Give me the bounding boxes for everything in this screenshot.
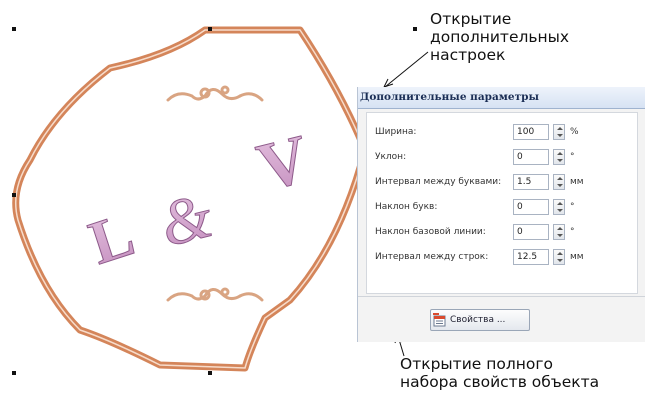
properties-button-label: Свойства ...	[450, 315, 506, 325]
callout-line: настроек	[430, 46, 506, 64]
param-row-line-spacing: Интервал между строк: мм	[367, 248, 637, 268]
param-unit: мм	[570, 252, 584, 262]
letter-tilt-input[interactable]	[513, 199, 549, 215]
param-unit: °	[570, 152, 575, 162]
properties-button[interactable]: Свойства ...	[430, 309, 530, 331]
arrow-top	[383, 51, 429, 88]
width-input[interactable]	[513, 124, 549, 140]
param-label: Уклон:	[375, 152, 407, 162]
parameters-list: Ширина: % Уклон: ° Интервал между буквам…	[366, 112, 638, 294]
panel-header[interactable]: Дополнительные параметры	[358, 87, 645, 109]
selection-handle-middle-left[interactable]	[12, 193, 16, 197]
baseline-tilt-spinner[interactable]	[553, 224, 565, 240]
callout-line: Открытие полного	[400, 355, 554, 373]
param-label: Интервал между строк:	[375, 252, 489, 262]
param-label: Наклон букв:	[375, 202, 438, 212]
callout-line: дополнительных	[430, 28, 570, 46]
baseline-tilt-input[interactable]	[513, 224, 549, 240]
param-row-slant: Уклон: °	[367, 148, 637, 168]
param-unit: °	[570, 227, 575, 237]
properties-icon	[433, 313, 446, 327]
selection-handle-top-right[interactable]	[413, 27, 417, 31]
param-row-letter-spacing: Интервал между буквами: мм	[367, 173, 637, 193]
slant-spinner[interactable]	[553, 149, 565, 165]
callout-line: набора свойств объекта	[400, 373, 600, 391]
param-unit: %	[570, 127, 579, 137]
letter-spacing-input[interactable]	[513, 174, 549, 190]
param-row-baseline-tilt: Наклон базовой линии: °	[367, 223, 637, 243]
letter-tilt-spinner[interactable]	[553, 199, 565, 215]
param-row-letter-tilt: Наклон букв: °	[367, 198, 637, 218]
callout-line: Открытие	[430, 10, 512, 28]
callout-object-properties: Открытие полного набора свойств объекта	[400, 355, 599, 391]
letter-spacing-spinner[interactable]	[553, 174, 565, 190]
selection-handle-top-middle[interactable]	[208, 27, 212, 31]
param-label: Интервал между буквами:	[375, 177, 502, 187]
line-spacing-input[interactable]	[513, 249, 549, 265]
param-label: Ширина:	[375, 127, 417, 137]
selection-handle-top-left[interactable]	[12, 27, 16, 31]
selection-handle-bottom-left[interactable]	[12, 371, 16, 375]
param-row-width: Ширина: %	[367, 123, 637, 143]
panel-divider	[358, 296, 645, 297]
slant-input[interactable]	[513, 149, 549, 165]
param-unit: мм	[570, 177, 584, 187]
line-spacing-spinner[interactable]	[553, 249, 565, 265]
callout-advanced-settings: Открытие дополнительных настроек	[430, 10, 569, 64]
selection-handle-bottom-middle[interactable]	[208, 371, 212, 375]
param-label: Наклон базовой линии:	[375, 227, 486, 237]
width-spinner[interactable]	[553, 124, 565, 140]
param-unit: °	[570, 202, 575, 212]
advanced-parameters-panel: Дополнительные параметры Ширина: % Уклон…	[357, 87, 645, 342]
